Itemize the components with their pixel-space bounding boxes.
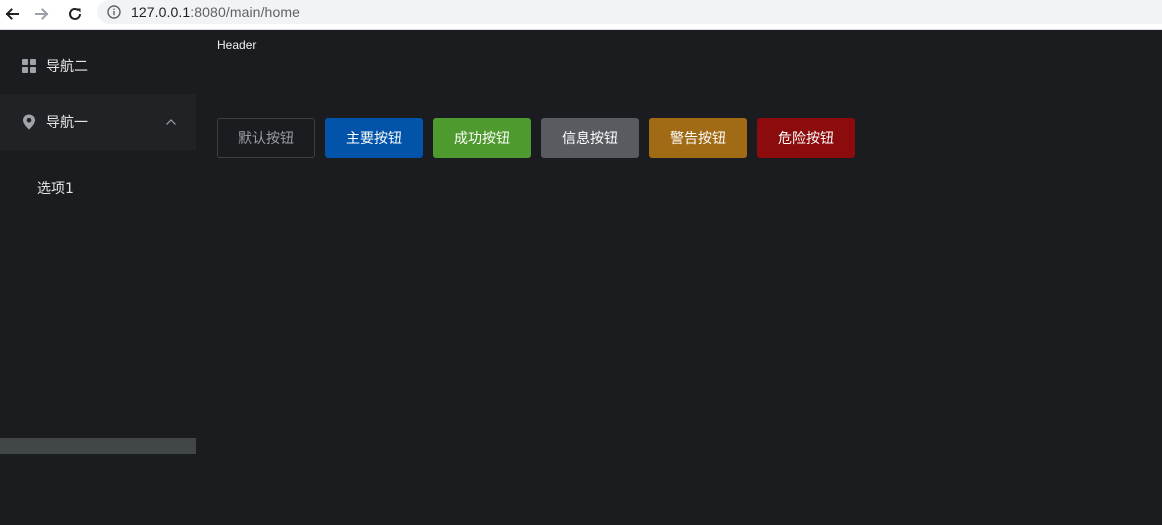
sidebar-item-nav-1[interactable]: 导航一: [0, 94, 196, 150]
sidebar-item-label: 导航二: [46, 59, 88, 75]
success-button[interactable]: 成功按钮: [433, 118, 531, 158]
primary-button[interactable]: 主要按钮: [325, 118, 423, 158]
back-arrow-icon[interactable]: [0, 2, 24, 26]
submenu-item-option-1[interactable]: 选项1: [0, 160, 196, 216]
button-group: 默认按钮 主要按钮 成功按钮 信息按钮 警告按钮 危险按钮: [217, 118, 855, 158]
reload-icon[interactable]: [63, 2, 87, 26]
app-container: 导航二 导航一 选项1 Header 默认按钮 主要按钮 成功按钮 信息按钮 警…: [0, 30, 1162, 525]
page-header: Header: [217, 38, 257, 52]
danger-button[interactable]: 危险按钮: [757, 118, 855, 158]
sidebar-scrollbar[interactable]: [0, 438, 196, 454]
forward-arrow-icon[interactable]: [30, 2, 54, 26]
browser-toolbar: 127.0.0.1:8080/main/home: [0, 0, 1162, 30]
sidebar-item-nav-2[interactable]: 导航二: [0, 38, 196, 94]
chevron-up-icon[interactable]: [165, 116, 177, 128]
info-button[interactable]: 信息按钮: [541, 118, 639, 158]
location-icon: [22, 114, 36, 130]
info-icon[interactable]: [107, 5, 121, 19]
sidebar: 导航二 导航一 选项1: [0, 30, 196, 525]
sidebar-item-label: 导航一: [46, 115, 88, 131]
url-text: 127.0.0.1:8080/main/home: [131, 4, 300, 20]
default-button[interactable]: 默认按钮: [217, 118, 315, 158]
warning-button[interactable]: 警告按钮: [649, 118, 747, 158]
url-host: 127.0.0.1: [131, 4, 191, 20]
url-path: :8080/main/home: [190, 4, 300, 20]
grid-icon: [22, 59, 36, 73]
address-bar[interactable]: 127.0.0.1:8080/main/home: [97, 0, 1162, 24]
submenu-item-label: 选项1: [37, 181, 74, 197]
